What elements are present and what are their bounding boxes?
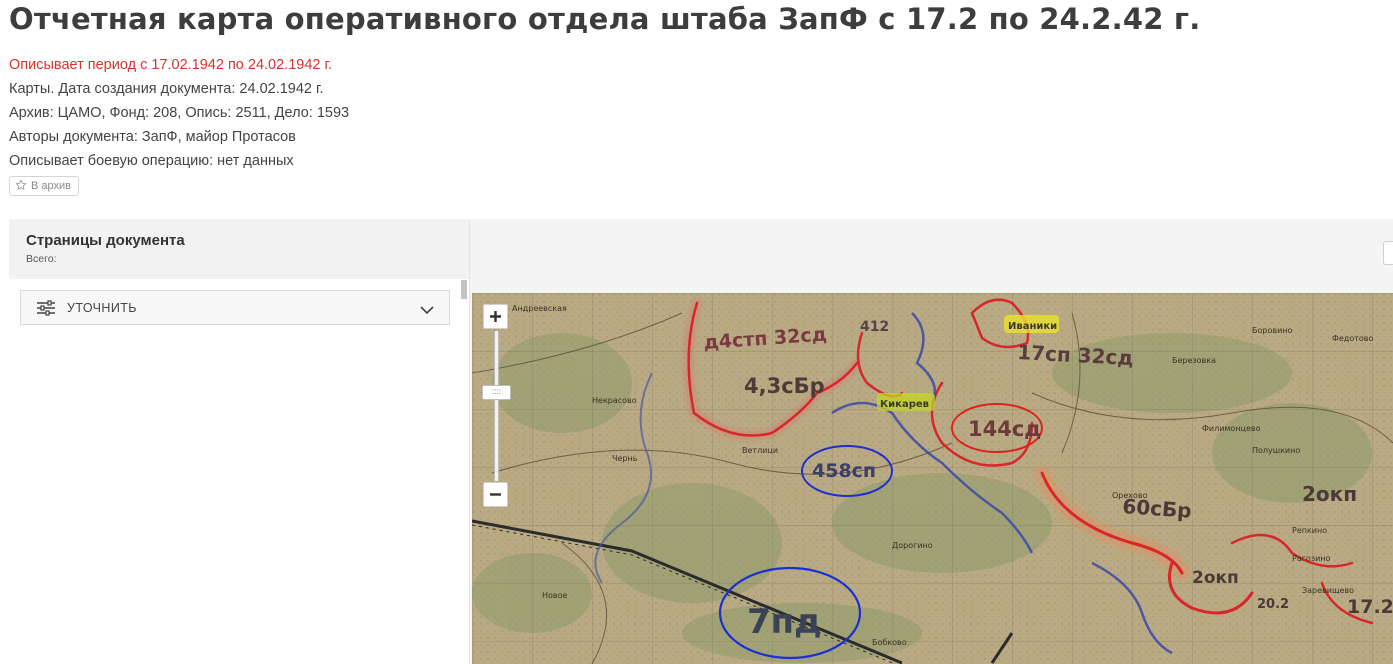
refine-dropdown[interactable]: УТОЧНИТЬ <box>20 290 450 325</box>
place-name: Некрасово <box>592 396 637 405</box>
place-name: Новое <box>542 591 568 600</box>
place-name: Боровино <box>1252 326 1293 335</box>
annotation-label: 17.2 <box>1347 596 1393 618</box>
annotation-label: 20.2 <box>1257 597 1289 612</box>
place-name: Дорогино <box>892 541 933 550</box>
star-outline-icon <box>15 179 27 194</box>
annotation-label: 458сп <box>812 460 876 482</box>
chevron-down-icon <box>420 302 434 315</box>
document-pages-panel: Страницы документа Всего: УТОЧНИТЬ <box>9 219 470 664</box>
place-name: Чернь <box>612 454 638 463</box>
annotation-label: 144сд <box>968 417 1041 441</box>
authors-text: Авторы документа: ЗапФ, майор Протасов <box>9 129 296 145</box>
zoom-in-button[interactable] <box>483 304 508 329</box>
place-name: Репкино <box>1292 526 1327 535</box>
map-canvas[interactable]: д4стп 32сд 412 4,3сБр 144сд 60сБр 2окп 2… <box>472 293 1393 664</box>
zoom-out-button[interactable] <box>483 482 508 507</box>
panel-scrollbar[interactable] <box>461 280 467 299</box>
annotation-label: 2окп <box>1192 568 1239 588</box>
place-name: Орехово <box>1112 491 1148 500</box>
period-text: Описывает период с 17.02.1942 по 24.02.1… <box>9 57 333 73</box>
panel-total-label: Всего: <box>26 253 57 265</box>
annotation-label: Иваники <box>1008 321 1057 332</box>
viewer-toggle-checkbox[interactable] <box>1383 241 1393 265</box>
sliders-icon <box>36 300 56 316</box>
place-name: Заревищево <box>1302 586 1354 595</box>
refine-label: УТОЧНИТЬ <box>67 301 137 315</box>
operation-text: Описывает боевую операцию: нет данных <box>9 153 294 169</box>
archive-button-label: В архив <box>31 180 71 192</box>
place-name: Ветлици <box>742 446 778 455</box>
place-name: Федотово <box>1332 334 1374 343</box>
page-title: Отчетная карта оперативного отдела штаба… <box>9 2 1201 36</box>
annotation-label: 7пд <box>747 602 822 642</box>
plus-icon <box>489 310 502 323</box>
zoom-slider-handle[interactable]: :::: <box>482 385 511 400</box>
annotation-label: Кикарев <box>880 399 929 410</box>
place-name: Андреевская <box>512 304 567 313</box>
zoom-slider-track[interactable] <box>494 331 499 481</box>
panel-header: Страницы документа Всего: <box>9 219 469 279</box>
archive-info-text: Архив: ЦАМО, Фонд: 208, Опись: 2511, Дел… <box>9 105 350 121</box>
annotation-label: 4,3сБр <box>744 374 825 398</box>
place-name: Полушкино <box>1252 446 1300 455</box>
place-name: Березовка <box>1172 356 1216 365</box>
place-name: Рагозино <box>1292 554 1331 563</box>
annotation-label: 412 <box>860 319 889 335</box>
panel-title: Страницы документа <box>26 232 185 249</box>
annotation-label: 2окп <box>1302 482 1357 506</box>
minus-icon <box>489 488 502 501</box>
add-to-archive-button[interactable]: В архив <box>9 176 79 196</box>
created-date-text: Карты. Дата создания документа: 24.02.19… <box>9 81 324 97</box>
map-viewer: д4стп 32сд 412 4,3сБр 144сд 60сБр 2окп 2… <box>470 219 1393 664</box>
place-name: Бобково <box>872 638 907 647</box>
place-name: Филимонцево <box>1202 424 1261 433</box>
